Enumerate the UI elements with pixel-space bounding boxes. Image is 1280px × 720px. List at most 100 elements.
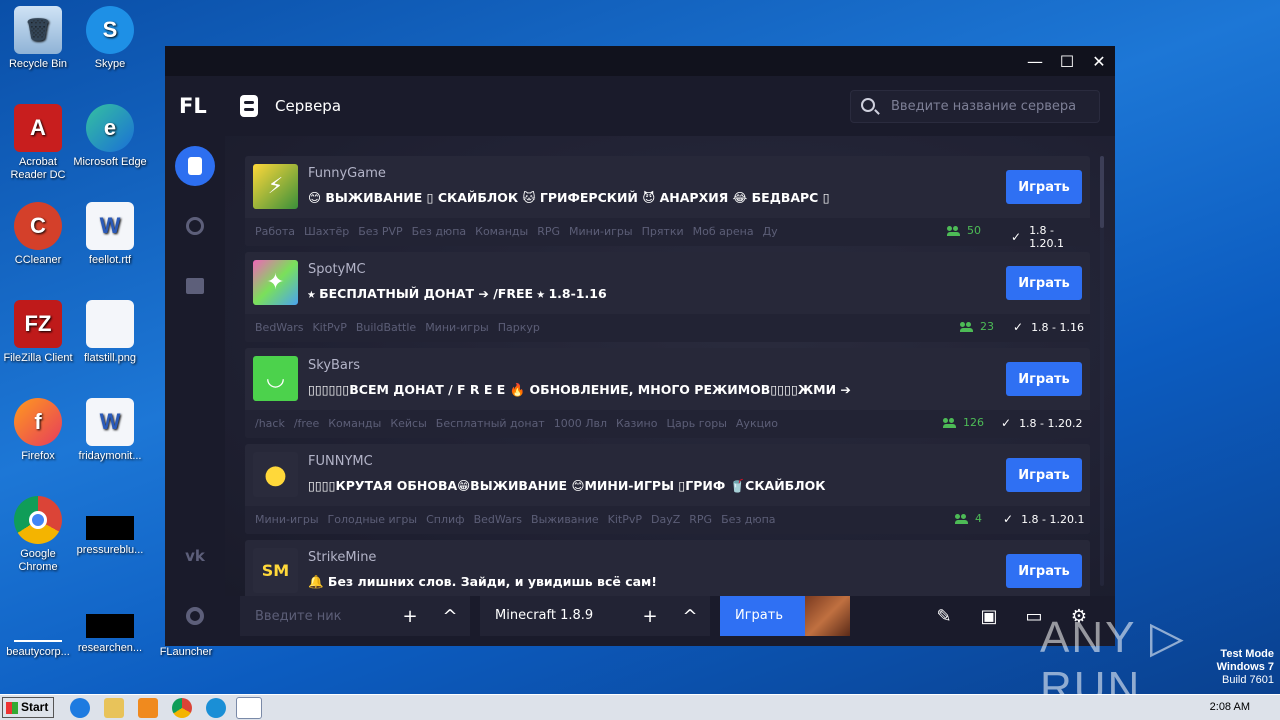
account-chevron-button[interactable]: ^ (430, 596, 470, 636)
scrollbar-thumb[interactable] (1100, 156, 1104, 228)
server-card: SM StrikeMine 🔔 Без лишних слов. Зайди, … (245, 540, 1090, 596)
version-range: ✓ 1.8 - 1.16 (1013, 320, 1085, 334)
server-meta: Работа Шахтёр Без PVP Без дюпа Команды RPG Мин… (245, 218, 1090, 250)
skype-icon: S (86, 6, 134, 54)
desktop-icon-acrobat[interactable]: A Acrobat Reader DC (0, 104, 76, 182)
desktop-icon-label: FLauncher (159, 646, 213, 658)
nickname-input[interactable] (240, 596, 380, 636)
desktop-icon-chrome[interactable]: Google Chrome (0, 496, 76, 574)
desktop-icon-beautycorp[interactable]: beautycorp... (0, 594, 76, 659)
launch-play-button[interactable]: Играть (720, 596, 850, 636)
server-name: SpotyMC (308, 262, 366, 277)
acrobat-icon: A (14, 104, 62, 152)
game-art-image (805, 596, 850, 636)
edit-icon[interactable]: ✎ (930, 602, 958, 630)
server-meta: Мини-игры Голодные игры Сплиф BedWars Выжива… (245, 506, 1090, 534)
version-chevron-button[interactable]: ^ (670, 596, 710, 636)
tag: Мини-игры (255, 513, 319, 526)
box-icon (186, 278, 204, 294)
edge-icon: e (86, 104, 134, 152)
sidebar-item-explore[interactable] (175, 206, 215, 246)
server-name: FunnyGame (308, 166, 386, 181)
image-icon[interactable]: ▣ (975, 602, 1003, 630)
desktop-icon-label: Acrobat Reader DC (10, 156, 66, 181)
play-button[interactable]: Играть (1006, 170, 1082, 204)
clock: 2:08 AM (1209, 701, 1250, 713)
media-player-icon[interactable] (138, 698, 158, 718)
server-card: ◡ SkyBars ▯▯▯▯▯▯ВСЕМ ДОНАТ / F R E E 🔥 О… (245, 348, 1090, 438)
image-file-icon (86, 300, 134, 348)
tag: Голодные игры (327, 513, 418, 526)
explorer-icon[interactable] (104, 698, 124, 718)
desktop-icon-firefox[interactable]: f Firefox (0, 398, 76, 463)
play-button[interactable]: Играть (1006, 458, 1082, 492)
play-button[interactable]: Играть (1006, 362, 1082, 396)
desktop-icon-pressureblu[interactable]: pressureblu... (72, 496, 148, 557)
add-account-button[interactable]: + (390, 596, 430, 636)
tag: Без дюпа (411, 225, 467, 238)
online-count: 23 (960, 320, 994, 333)
server-avatar: ⚡ (253, 164, 298, 209)
server-avatar: ✦ (253, 260, 298, 305)
flauncher-taskbar-icon[interactable] (236, 697, 262, 719)
launch-play-label: Играть (735, 608, 784, 623)
vk-icon[interactable]: vk (175, 536, 215, 576)
server-card: ● FUNNYMC ▯▯▯▯КРУТАЯ ОБНОВА😁ВЫЖИВАНИЕ 😊М… (245, 444, 1090, 534)
desktop-icon-filezilla[interactable]: FZ FileZilla Client (0, 300, 76, 365)
server-motd: 🔔 Без лишних слов. Зайди, и увидишь всё … (308, 574, 657, 589)
firefox-icon: f (14, 398, 62, 446)
tag: Царь горы (666, 417, 727, 430)
desktop-icon-researchen[interactable]: researchen... (72, 594, 148, 655)
start-button[interactable]: Start (2, 697, 54, 718)
desktop-icon-label: feellot.rtf (88, 254, 132, 266)
server-card: ✦ SpotyMC ⭑ БЕСПЛАТНЫЙ ДОНАТ ➔ /FREE ⭑ 1… (245, 252, 1090, 342)
recycle-bin-icon: 🗑 (14, 6, 62, 54)
desktop-icon-ccleaner[interactable]: C CCleaner (0, 202, 76, 267)
server-name: StrikeMine (308, 550, 377, 565)
bottom-bar: + ^ Minecraft 1.8.9 + ^ Играть ✎ ▣ ▭ ⚙ (225, 596, 1115, 646)
server-motd: ▯▯▯▯КРУТАЯ ОБНОВА😁ВЫЖИВАНИЕ 😊МИНИ-ИГРЫ ▯… (308, 478, 826, 493)
tag: Прятки (641, 225, 684, 238)
edge-icon[interactable] (206, 698, 226, 718)
launcher-window: — ☐ ✕ FL vk Сервера ⚡ Fu (165, 46, 1115, 646)
desktop-icon-label: CCleaner (14, 254, 62, 266)
play-button[interactable]: Играть (1006, 266, 1082, 300)
tag: BedWars (473, 513, 523, 526)
tag: Моб арена (692, 225, 754, 238)
play-button[interactable]: Играть (1006, 554, 1082, 588)
maximize-button[interactable]: ☐ (1051, 46, 1083, 76)
filezilla-icon: FZ (14, 300, 62, 348)
check-icon: ✓ (1011, 230, 1022, 244)
desktop-icon-label: researchen... (77, 642, 143, 654)
desktop-icon-label: beautycorp... (6, 646, 70, 658)
page-title: Сервера (275, 97, 342, 115)
ie-icon[interactable] (70, 698, 90, 718)
crosshair-icon (186, 217, 204, 235)
chrome-icon (14, 496, 62, 544)
desktop-icon-recycle-bin[interactable]: 🗑 Recycle Bin (0, 6, 76, 71)
taskbar: Start 2:08 AM (0, 694, 1280, 720)
chrome-icon[interactable] (172, 698, 192, 718)
online-count: 4 (955, 512, 982, 525)
desktop-icon-skype[interactable]: S Skype (72, 6, 148, 71)
desktop-icon-edge[interactable]: e Microsoft Edge (72, 104, 148, 169)
version-select[interactable]: Minecraft 1.8.9 (480, 596, 630, 636)
sidebar-item-mods[interactable] (175, 266, 215, 306)
search-input[interactable] (891, 91, 1091, 122)
desktop-icon-fridaymonit[interactable]: W fridaymonit... (72, 398, 148, 463)
tag: Мини-игры (425, 321, 489, 334)
tag: Выживание (531, 513, 599, 526)
tag: Бесплатный донат (435, 417, 545, 430)
search-icon (861, 98, 875, 112)
close-button[interactable]: ✕ (1083, 46, 1115, 76)
minimize-button[interactable]: — (1019, 46, 1051, 76)
sidebar-item-servers[interactable] (175, 146, 215, 186)
tag: Кейсы (390, 417, 427, 430)
desktop-icon-flatstill[interactable]: flatstill.png (72, 300, 148, 365)
support-icon[interactable] (175, 596, 215, 636)
black-file-icon (86, 516, 134, 540)
desktop-icon-feellot[interactable]: W feellot.rtf (72, 202, 148, 267)
players-icon (943, 417, 957, 428)
servers-icon (240, 95, 258, 117)
add-version-button[interactable]: + (630, 596, 670, 636)
